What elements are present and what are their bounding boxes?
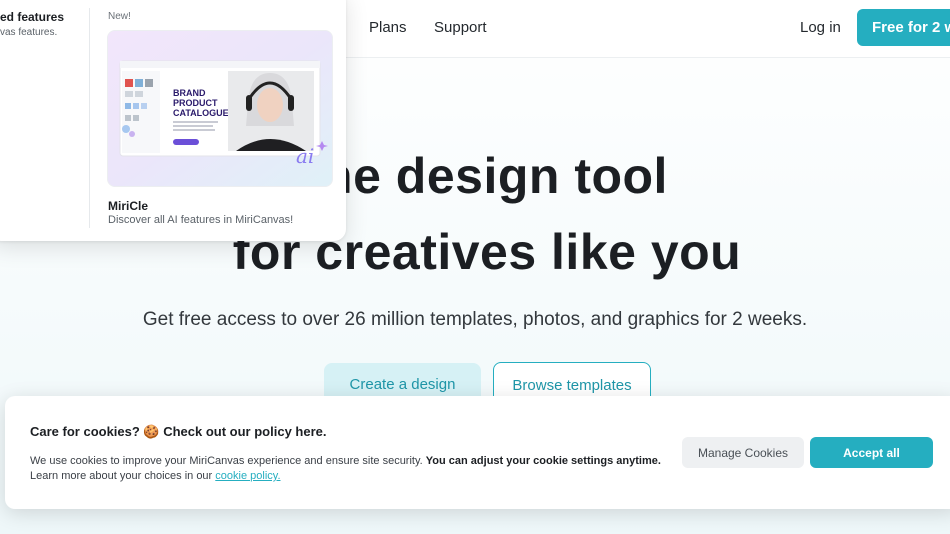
free-trial-button[interactable]: Free for 2 weeks — [857, 9, 950, 46]
cookie-description: We use cookies to improve your MiriCanva… — [30, 454, 670, 484]
nav-support[interactable]: Support — [434, 19, 487, 36]
svg-text:BRAND: BRAND — [173, 88, 206, 98]
miricle-title[interactable]: MiriCle — [108, 199, 148, 213]
cookie-text-bold: You can adjust your cookie settings anyt… — [425, 455, 661, 467]
miricle-promo-card[interactable]: BRAND PRODUCT CATALOGUE ai — [107, 30, 333, 187]
promo-illustration: BRAND PRODUCT CATALOGUE ai — [108, 31, 332, 186]
cookie-banner: Care for cookies? 🍪 Check out our policy… — [5, 396, 950, 509]
nav-plans[interactable]: Plans — [369, 19, 407, 36]
manage-cookies-button[interactable]: Manage Cookies — [682, 437, 804, 468]
cookie-text-plain: We use cookies to improve your MiriCanva… — [30, 455, 426, 467]
features-dropdown-menu: ed features vas features. New! BRAND PRO… — [0, 0, 346, 241]
cookie-title: Care for cookies? 🍪 Check out our policy… — [30, 424, 327, 439]
dropdown-section-subtitle: vas features. — [0, 27, 58, 38]
dropdown-divider — [89, 8, 90, 228]
svg-text:ai: ai — [296, 144, 314, 168]
cookie-text-more: Learn more about your choices in our — [30, 470, 216, 482]
miricle-subtitle: Discover all AI features in MiriCanvas! — [108, 214, 294, 226]
login-link[interactable]: Log in — [800, 19, 841, 36]
svg-text:PRODUCT: PRODUCT — [173, 98, 218, 108]
dropdown-section-title[interactable]: ed features — [0, 10, 64, 24]
new-label: New! — [108, 11, 131, 22]
cookie-policy-link[interactable]: cookie policy. — [215, 470, 280, 482]
hero-subtitle: Get free access to over 26 million templ… — [142, 309, 808, 330]
accept-all-button[interactable]: Accept all — [810, 437, 933, 468]
svg-text:CATALOGUE: CATALOGUE — [173, 108, 229, 118]
